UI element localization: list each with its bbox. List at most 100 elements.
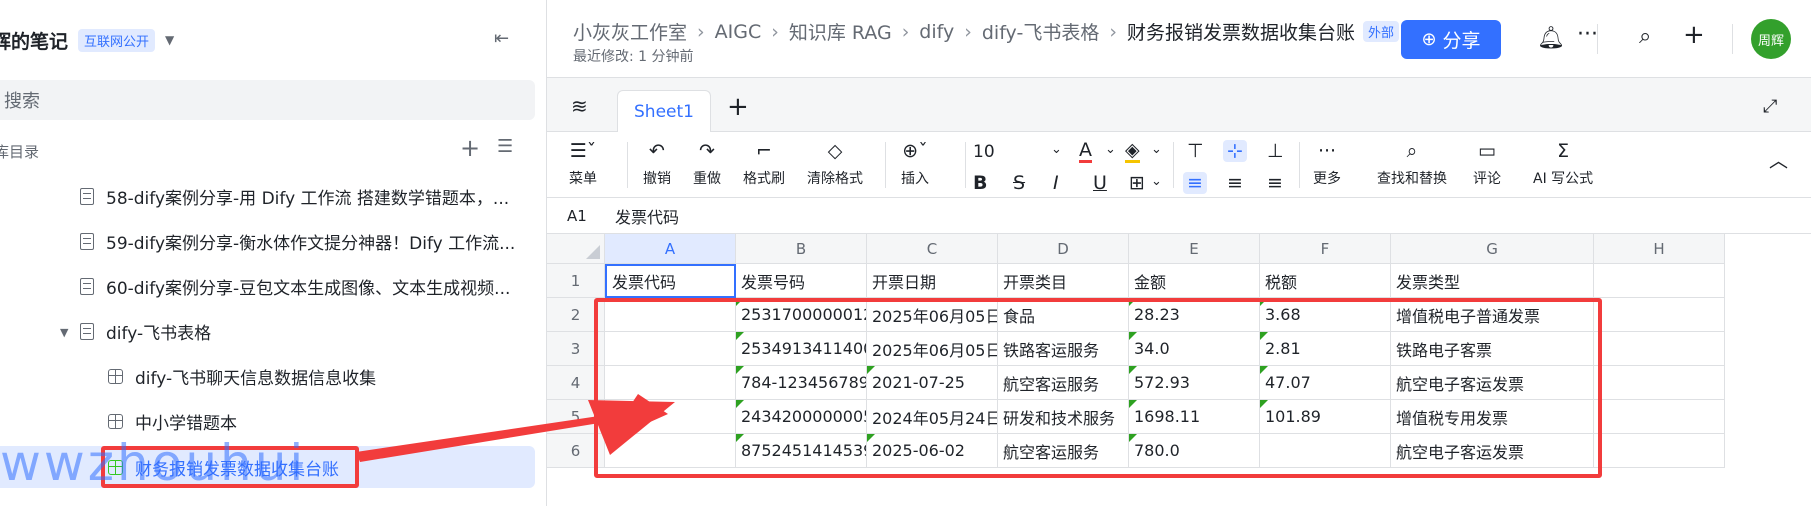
chevron-down-icon[interactable]: ▼ bbox=[165, 33, 174, 47]
add-sheet-icon[interactable]: + bbox=[727, 92, 749, 122]
expand-icon[interactable]: ⤢ bbox=[1763, 96, 1777, 117]
breadcrumb-item[interactable]: dify bbox=[919, 21, 954, 43]
library-section-header: 库目录 + ☰ bbox=[0, 134, 530, 164]
fill-color-icon[interactable]: ◈ bbox=[1125, 140, 1140, 163]
table-cell[interactable] bbox=[1594, 332, 1725, 366]
column-header[interactable]: D bbox=[998, 234, 1129, 264]
expand-caret-icon[interactable]: ▼ bbox=[60, 326, 68, 339]
breadcrumb-item[interactable]: AIGC bbox=[715, 21, 762, 43]
bell-icon[interactable]: 🔔︎ bbox=[1537, 26, 1565, 51]
tree-item-dify-feishu[interactable]: dify-飞书表格 bbox=[80, 313, 211, 349]
breadcrumb-item[interactable]: dify-飞书表格 bbox=[982, 18, 1099, 45]
column-header[interactable]: F bbox=[1260, 234, 1391, 264]
formula-input[interactable]: 发票代码 bbox=[615, 204, 679, 228]
column-header[interactable]: C bbox=[867, 234, 998, 264]
border-icon[interactable]: ⊞ bbox=[1129, 172, 1145, 194]
align-top-icon[interactable]: ⊤ bbox=[1187, 140, 1204, 162]
align-middle-icon[interactable]: ⊹ bbox=[1223, 140, 1247, 162]
chevron-right-icon: › bbox=[697, 20, 705, 43]
column-header[interactable]: B bbox=[736, 234, 867, 264]
tree-item-label: dify-飞书聊天信息数据信息收集 bbox=[135, 368, 377, 389]
list-menu-icon[interactable]: ☰ bbox=[497, 136, 513, 157]
font-size-select[interactable]: 10 bbox=[973, 142, 995, 162]
table-header-cell[interactable] bbox=[1594, 264, 1725, 298]
chevron-up-icon[interactable]: ︿ bbox=[1769, 146, 1788, 173]
align-right-icon[interactable]: ≡ bbox=[1267, 172, 1283, 194]
align-left-icon[interactable]: ≡ bbox=[1183, 172, 1207, 194]
share-button[interactable]: ⊕ 分享 bbox=[1401, 20, 1501, 59]
tree-item-label: 中小学错题本 bbox=[135, 413, 237, 434]
insert-button[interactable]: ⊕ˇ 插入 bbox=[901, 140, 929, 188]
table-header-cell[interactable]: 开票类目 bbox=[998, 264, 1129, 298]
breadcrumb: 小灰灰工作室 › AIGC › 知识库 RAG › dify › dify-飞书… bbox=[573, 18, 1427, 45]
more-button[interactable]: ··· 更多 bbox=[1313, 140, 1341, 188]
search-icon[interactable]: ⌕ bbox=[1639, 24, 1651, 49]
external-badge: 外部 bbox=[1362, 21, 1399, 42]
table-header-cell[interactable]: 发票号码 bbox=[736, 264, 867, 298]
chevron-down-icon[interactable]: ⌄ bbox=[1105, 142, 1116, 157]
table-header-cell[interactable]: 金额 bbox=[1129, 264, 1260, 298]
tree-item-58[interactable]: 58-dify案例分享-用 Dify 工作流 搭建数学错题本，... bbox=[80, 178, 509, 214]
avatar[interactable]: 周辉 bbox=[1751, 19, 1791, 59]
divider bbox=[1173, 142, 1174, 188]
cell-reference[interactable]: A1 bbox=[567, 207, 587, 225]
clear-format-button[interactable]: ◇ 清除格式 bbox=[807, 140, 863, 188]
italic-icon[interactable]: I bbox=[1053, 172, 1059, 194]
underline-icon[interactable]: U bbox=[1093, 172, 1107, 194]
document-icon bbox=[80, 187, 94, 205]
doc-title[interactable]: 财务报销发票数据收集台账 bbox=[1127, 18, 1355, 45]
table-header-cell[interactable]: 发票代码 bbox=[605, 264, 736, 298]
column-header[interactable]: A bbox=[605, 234, 736, 264]
tree-item-59[interactable]: 59-dify案例分享-衡水体作文提分神器！Dify 工作流... bbox=[80, 223, 515, 259]
globe-icon: ⊕ bbox=[1421, 29, 1437, 50]
find-replace-button[interactable]: ⌕ 查找和替换 bbox=[1377, 140, 1447, 188]
ai-formula-label: AI 写公式 bbox=[1533, 171, 1594, 187]
align-bottom-icon[interactable]: ⊥ bbox=[1267, 140, 1284, 162]
document-icon bbox=[80, 232, 94, 250]
undo-button[interactable]: ↶ 撤销 bbox=[643, 140, 671, 188]
table-cell[interactable] bbox=[1594, 400, 1725, 434]
ai-formula-button[interactable]: Σ AI 写公式 bbox=[1533, 140, 1593, 188]
search-input[interactable]: 搜索 bbox=[0, 80, 535, 120]
format-painter-label: 格式刷 bbox=[743, 171, 785, 187]
redo-icon: ↷ bbox=[699, 140, 715, 162]
document-icon bbox=[80, 322, 94, 340]
table-cell[interactable] bbox=[1594, 434, 1725, 468]
column-header[interactable]: E bbox=[1129, 234, 1260, 264]
comment-button[interactable]: ▭ 评论 bbox=[1473, 140, 1501, 188]
column-header[interactable]: G bbox=[1391, 234, 1594, 264]
format-painter-button[interactable]: ⌐ 格式刷 bbox=[743, 140, 785, 188]
document-icon bbox=[80, 277, 94, 295]
font-color-icon[interactable]: A bbox=[1079, 140, 1092, 163]
table-cell[interactable] bbox=[1594, 366, 1725, 400]
chevron-down-icon[interactable]: ⌄ bbox=[1151, 142, 1162, 157]
align-center-icon[interactable]: ≡ bbox=[1227, 172, 1243, 194]
menu-button[interactable]: ☰ˇ 菜单 bbox=[569, 140, 597, 188]
more-icon[interactable]: ··· bbox=[1577, 22, 1598, 47]
row-header[interactable]: 1 bbox=[547, 264, 605, 298]
column-header[interactable]: H bbox=[1594, 234, 1725, 264]
table-header-cell[interactable]: 发票类型 bbox=[1391, 264, 1594, 298]
table-cell[interactable] bbox=[1594, 298, 1725, 332]
add-icon[interactable]: + bbox=[460, 134, 480, 162]
strikethrough-icon[interactable]: S bbox=[1013, 172, 1025, 194]
bold-icon[interactable]: B bbox=[973, 172, 987, 194]
tree-item-chat-collect[interactable]: dify-飞书聊天信息数据信息收集 bbox=[108, 358, 376, 394]
clear-format-label: 清除格式 bbox=[807, 171, 863, 187]
tree-item-60[interactable]: 60-dify案例分享-豆包文本生成图像、文本生成视频... bbox=[80, 268, 510, 304]
collapse-sidebar-icon[interactable]: ⇤ bbox=[494, 28, 509, 49]
tab-sheet1[interactable]: Sheet1 bbox=[617, 90, 711, 132]
space-title[interactable]: 辉的笔记 bbox=[0, 27, 68, 54]
chevron-down-icon[interactable]: ⌄ bbox=[1051, 142, 1062, 157]
breadcrumb-item[interactable]: 知识库 RAG bbox=[789, 18, 892, 45]
table-header-cell[interactable]: 税额 bbox=[1260, 264, 1391, 298]
layers-icon[interactable]: ≋ bbox=[571, 94, 588, 118]
add-icon[interactable]: + bbox=[1683, 20, 1705, 50]
section-label: 库目录 bbox=[0, 142, 40, 161]
redo-button[interactable]: ↷ 重做 bbox=[693, 140, 721, 188]
sidebar: 辉的笔记 互联网公开 ▼ ⇤ 搜索 库目录 + ☰ 58-dify案例分享-用 … bbox=[0, 0, 547, 506]
breadcrumb-item[interactable]: 小灰灰工作室 bbox=[573, 18, 687, 45]
select-all-corner[interactable] bbox=[547, 234, 605, 264]
table-header-cell[interactable]: 开票日期 bbox=[867, 264, 998, 298]
chevron-down-icon[interactable]: ⌄ bbox=[1151, 174, 1162, 189]
